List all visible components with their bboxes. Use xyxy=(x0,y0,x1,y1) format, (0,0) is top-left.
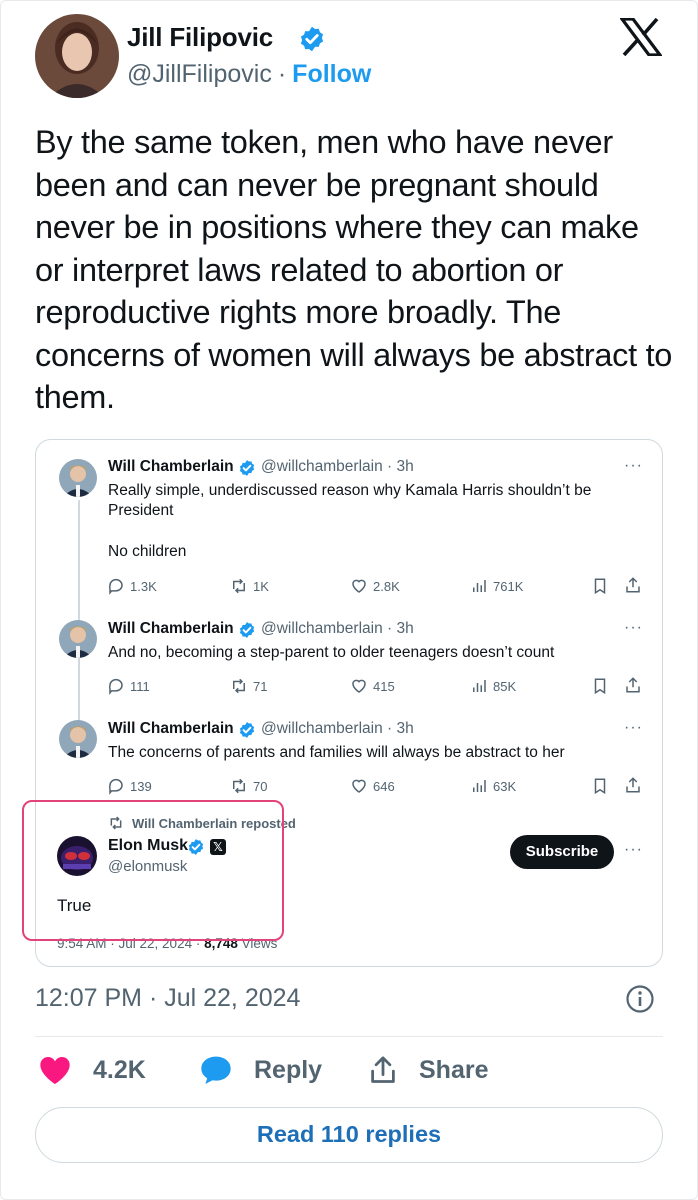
quoted-avatar[interactable] xyxy=(59,620,97,658)
read-replies-button[interactable]: Read 110 replies xyxy=(35,1107,663,1163)
separator-dot: · xyxy=(277,60,287,88)
author-handle[interactable]: @JillFilipovic xyxy=(127,60,272,88)
verified-badge-icon xyxy=(300,26,324,52)
like-count: 415 xyxy=(373,678,395,694)
reply-action[interactable]: 111 xyxy=(107,676,150,696)
quoted-handle-time: @willchamberlain · 3h xyxy=(261,720,414,737)
share-icon xyxy=(371,1056,395,1083)
reply-icon xyxy=(108,578,123,595)
author-handle-row: @JillFilipovic · Follow xyxy=(127,60,371,89)
repost-icon xyxy=(233,578,245,594)
like-count: 646 xyxy=(373,778,395,794)
reply-icon xyxy=(108,678,123,695)
like-action[interactable]: 2.8K xyxy=(350,576,400,596)
quoted-author-name[interactable]: Will Chamberlain xyxy=(108,720,234,738)
repost-action[interactable]: 70 xyxy=(230,776,267,796)
reply-count: 1.3K xyxy=(130,578,157,594)
quoted-author-name[interactable]: Will Chamberlain xyxy=(108,620,234,638)
views-action[interactable]: 63K xyxy=(470,776,516,796)
share-icon[interactable] xyxy=(624,576,642,594)
follow-link[interactable]: Follow xyxy=(292,60,371,88)
views-count: 63K xyxy=(493,778,517,794)
reply-button[interactable]: Reply xyxy=(200,1055,322,1085)
quoted-avatar[interactable] xyxy=(59,720,97,758)
like-action[interactable]: 646 xyxy=(350,776,395,796)
reply-count: 111 xyxy=(130,678,150,694)
views-icon xyxy=(473,780,486,792)
x-logo-icon[interactable] xyxy=(620,18,662,56)
quoted-handle-time: @willchamberlain · 3h xyxy=(261,620,414,637)
reply-count: 139 xyxy=(130,778,152,794)
more-options-icon[interactable]: ··· xyxy=(624,719,643,737)
verified-badge-icon xyxy=(239,622,255,638)
more-options-icon[interactable]: ··· xyxy=(624,841,643,859)
tweet-timestamp[interactable]: 12:07 PM · Jul 22, 2024 xyxy=(35,984,300,1013)
repost-action[interactable]: 71 xyxy=(230,676,267,696)
subscribe-button[interactable]: Subscribe xyxy=(510,835,614,869)
repost-count: 1K xyxy=(253,578,269,594)
repost-count: 70 xyxy=(253,778,268,794)
more-options-icon[interactable]: ··· xyxy=(624,619,643,637)
bookmark-icon[interactable] xyxy=(591,777,609,795)
like-button[interactable]: 4.2K xyxy=(39,1055,146,1085)
heart-filled-icon xyxy=(40,1057,70,1084)
bookmark-icon[interactable] xyxy=(591,577,609,595)
reply-label: Reply xyxy=(254,1055,323,1084)
tweet-text: By the same token, men who have never be… xyxy=(35,124,673,415)
highlight-annotation xyxy=(22,800,284,941)
like-count: 2.8K xyxy=(373,578,400,594)
repost-icon xyxy=(233,678,245,694)
quoted-text-line: No children xyxy=(108,543,187,560)
views-count: 761K xyxy=(493,578,524,594)
heart-icon xyxy=(352,679,366,693)
bookmark-icon[interactable] xyxy=(591,677,609,695)
share-icon[interactable] xyxy=(624,776,642,794)
quoted-text-line: President xyxy=(108,502,174,519)
share-label: Share xyxy=(419,1055,489,1084)
reply-action[interactable]: 139 xyxy=(107,776,152,796)
repost-icon xyxy=(233,778,245,794)
quoted-text-line: Really simple, underdiscussed reason why… xyxy=(108,482,592,499)
more-options-icon[interactable]: ··· xyxy=(624,457,643,475)
views-count: 85K xyxy=(493,678,517,694)
author-avatar[interactable] xyxy=(35,14,119,98)
views-action[interactable]: 761K xyxy=(470,576,523,596)
like-action[interactable]: 415 xyxy=(350,676,395,696)
reply-action[interactable]: 1.3K xyxy=(107,576,157,596)
share-icon[interactable] xyxy=(624,676,642,694)
share-button[interactable]: Share xyxy=(369,1055,488,1085)
quoted-avatar[interactable] xyxy=(59,459,97,497)
reply-bubble-icon xyxy=(201,1056,231,1084)
heart-icon xyxy=(352,779,366,793)
quoted-handle-time: @willchamberlain · 3h xyxy=(261,458,414,475)
verified-badge-icon xyxy=(239,722,255,738)
quoted-text-line: And no, becoming a step-parent to older … xyxy=(108,644,555,661)
divider xyxy=(35,1036,663,1037)
thread-connector xyxy=(78,500,80,724)
repost-action[interactable]: 1K xyxy=(230,576,269,596)
verified-badge-icon xyxy=(239,460,255,476)
views-action[interactable]: 85K xyxy=(470,676,516,696)
views-icon xyxy=(473,680,486,692)
like-count: 4.2K xyxy=(93,1055,146,1084)
repost-count: 71 xyxy=(253,678,268,694)
views-icon xyxy=(473,580,486,592)
quoted-author-name[interactable]: Will Chamberlain xyxy=(108,458,234,476)
quoted-text-line: The concerns of parents and families wil… xyxy=(108,744,565,761)
author-name[interactable]: Jill Filipovic xyxy=(127,22,273,53)
heart-icon xyxy=(352,579,366,593)
info-icon[interactable] xyxy=(625,984,655,1014)
reply-icon xyxy=(108,778,123,795)
